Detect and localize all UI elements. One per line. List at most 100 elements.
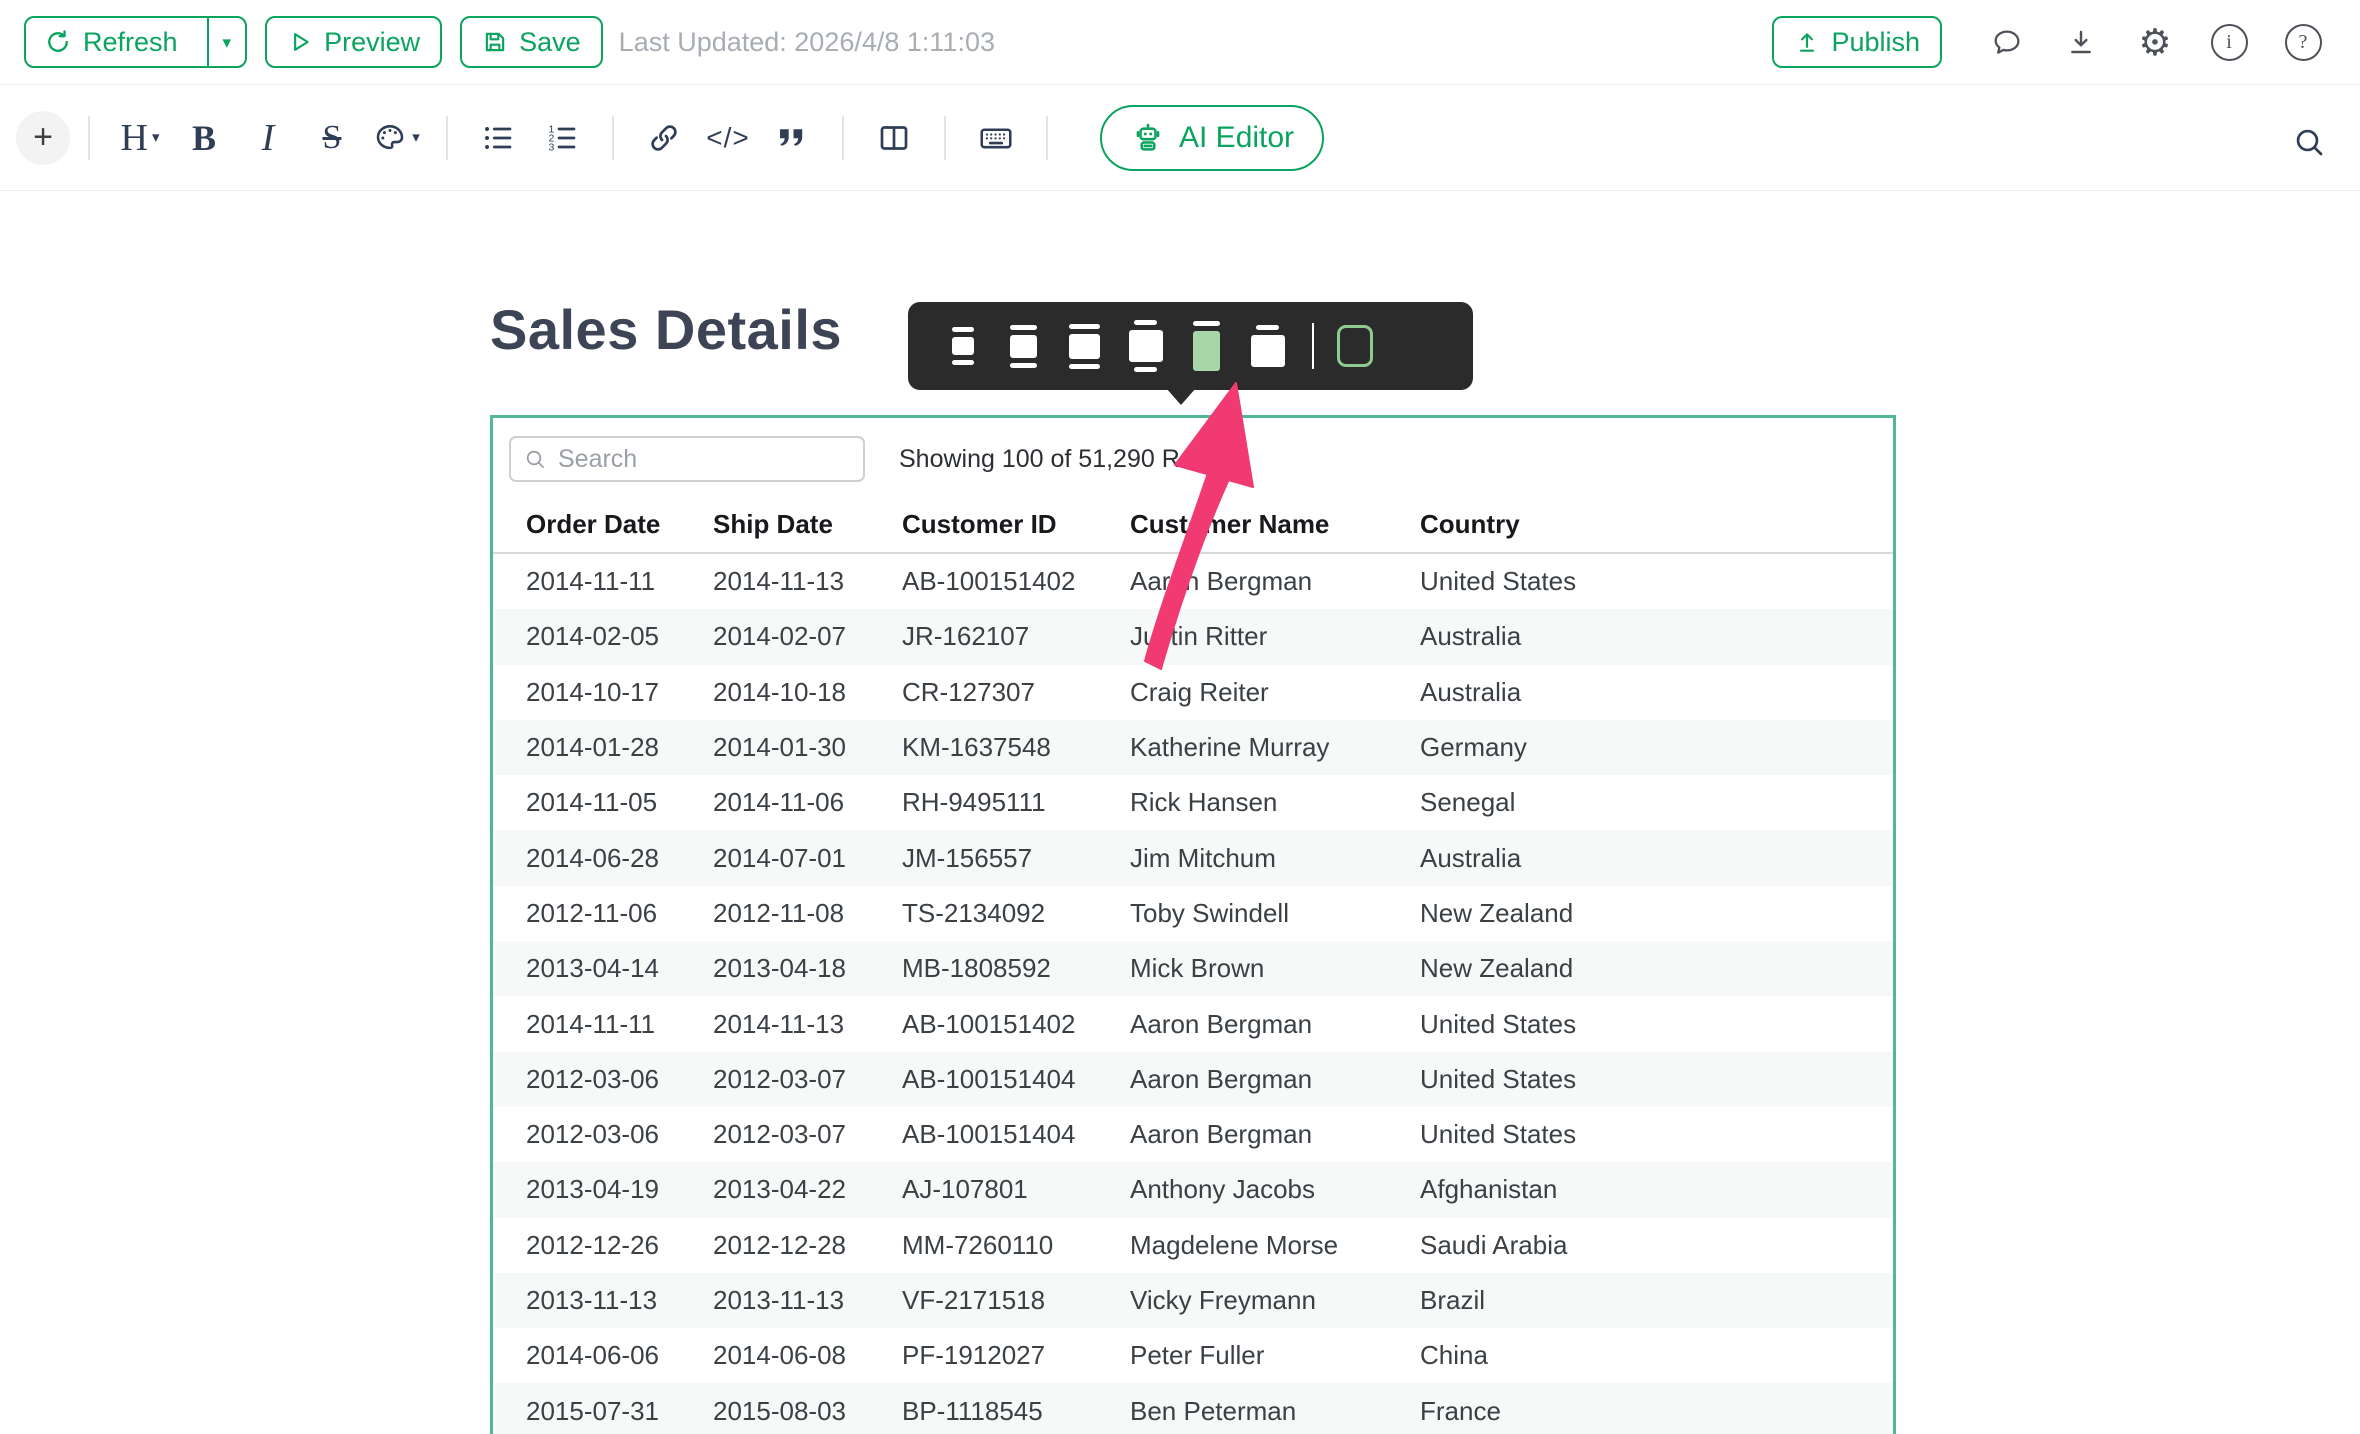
table-cell: Rick Hansen (1130, 787, 1420, 818)
download-icon (2065, 26, 2097, 58)
table-row[interactable]: 2014-06-282014-07-01JM-156557Jim Mitchum… (493, 830, 1893, 885)
chevron-down-icon: ▾ (412, 130, 420, 145)
column-header[interactable]: Customer ID (902, 509, 1130, 540)
size-xl-icon (1256, 325, 1279, 330)
table-cell: Aaron Bergman (1130, 566, 1420, 597)
table-cell: 2014-11-13 (713, 1009, 902, 1040)
table-cell: 2014-11-06 (713, 787, 902, 818)
table-cell: 2014-11-05 (526, 787, 713, 818)
code-icon: </> (706, 122, 749, 154)
gear-icon: ⚙ (2138, 24, 2171, 61)
heading-button[interactable]: H ▾ (108, 105, 172, 171)
table-cell: 2014-10-17 (526, 677, 713, 708)
table-row[interactable]: 2015-07-312015-08-03BP-1118545Ben Peterm… (493, 1383, 1893, 1434)
last-updated-text: Last Updated: 2026/4/8 1:11:03 (619, 27, 995, 58)
refresh-label: Refresh (83, 27, 178, 58)
table-row[interactable]: 2012-11-062012-11-08TS-2134092Toby Swind… (493, 886, 1893, 941)
row-count-text: Showing 100 of 51,290 Rows (899, 445, 1224, 474)
text-color-button[interactable]: ▾ (364, 105, 428, 171)
table-row[interactable]: 2013-04-192013-04-22AJ-107801Anthony Jac… (493, 1162, 1893, 1217)
refresh-dropdown-button[interactable]: ▾ (207, 18, 246, 66)
table-cell: 2012-11-08 (713, 898, 902, 929)
table-row[interactable]: 2014-11-112014-11-13AB-100151402Aaron Be… (493, 996, 1893, 1051)
publish-button[interactable]: Publish (1772, 16, 1942, 68)
size-option-xl[interactable] (1237, 302, 1298, 390)
size-option-fill-selected[interactable] (1176, 302, 1237, 390)
table-cell: Australia (1420, 621, 1893, 652)
refresh-button[interactable]: Refresh ▾ (24, 16, 247, 68)
table-row[interactable]: 2014-02-052014-02-07JR-162107Justin Ritt… (493, 609, 1893, 664)
search-icon (2291, 124, 2327, 160)
numbered-list-button[interactable]: 123 (530, 105, 594, 171)
settings-button[interactable]: ⚙ (2118, 16, 2192, 68)
table-row[interactable]: 2013-04-142013-04-18MB-1808592Mick Brown… (493, 941, 1893, 996)
table-row[interactable]: 2014-06-062014-06-08PF-1912027Peter Full… (493, 1328, 1893, 1383)
table-row[interactable]: 2012-12-262012-12-28MM-7260110Magdelene … (493, 1218, 1893, 1273)
save-button[interactable]: Save (460, 16, 603, 68)
size-option-lg[interactable] (1115, 302, 1176, 390)
chevron-down-icon: ▾ (223, 34, 232, 51)
table-row[interactable]: 2014-10-172014-10-18CR-127307Craig Reite… (493, 665, 1893, 720)
columns-icon (876, 120, 912, 156)
size-option-sm[interactable] (993, 302, 1054, 390)
page-title: Sales Details (490, 297, 842, 362)
preview-button[interactable]: Preview (265, 16, 442, 68)
palette-icon (372, 120, 408, 156)
link-button[interactable] (632, 105, 696, 171)
bold-button[interactable]: B (172, 105, 236, 171)
table-search-box[interactable] (509, 436, 865, 482)
table-row[interactable]: 2014-11-052014-11-06RH-9495111Rick Hanse… (493, 775, 1893, 830)
ai-editor-button[interactable]: AI Editor (1100, 105, 1324, 171)
table-cell: Jim Mitchum (1130, 843, 1420, 874)
table-row[interactable]: 2012-03-062012-03-07AB-100151404Aaron Be… (493, 1052, 1893, 1107)
table-cell: JM-156557 (902, 843, 1130, 874)
quote-icon (774, 120, 810, 156)
preview-label: Preview (324, 27, 420, 58)
table-row[interactable]: 2012-03-062012-03-07AB-100151404Aaron Be… (493, 1107, 1893, 1162)
info-button[interactable]: i (2192, 16, 2266, 68)
column-header[interactable]: Country (1420, 509, 1893, 540)
top-bar: Refresh ▾ Preview Save Last Updated: 202… (0, 0, 2360, 85)
bold-label: B (192, 120, 216, 156)
comment-icon (1991, 26, 2023, 58)
size-option-xs[interactable] (932, 302, 993, 390)
table-header-row: Order Date Ship Date Customer ID Custome… (493, 496, 1893, 554)
help-button[interactable]: ? (2266, 16, 2340, 68)
strikethrough-button[interactable]: S (300, 105, 364, 171)
italic-button[interactable]: I (236, 105, 300, 171)
blockquote-button[interactable] (760, 105, 824, 171)
download-button[interactable] (2044, 16, 2118, 68)
table-cell: United States (1420, 566, 1893, 597)
bullet-list-button[interactable] (466, 105, 530, 171)
table-cell: 2015-08-03 (713, 1396, 902, 1427)
table-cell: CR-127307 (902, 677, 1130, 708)
table-cell: France (1420, 1396, 1893, 1427)
add-block-button[interactable]: + (16, 111, 70, 165)
table-cell: JR-162107 (902, 621, 1130, 652)
comment-button[interactable] (1970, 16, 2044, 68)
publish-upload-icon (1794, 29, 1820, 55)
table-cell: 2013-04-18 (713, 953, 902, 984)
refresh-icon (44, 28, 72, 56)
table-row[interactable]: 2013-11-132013-11-13VF-2171518Vicky Frey… (493, 1273, 1893, 1328)
frame-border-option[interactable] (1328, 302, 1382, 390)
size-option-md[interactable] (1054, 302, 1115, 390)
table-cell: Aaron Bergman (1130, 1064, 1420, 1095)
table-search-input[interactable] (556, 444, 851, 475)
table-cell: United States (1420, 1064, 1893, 1095)
page-search-button[interactable] (2284, 117, 2334, 167)
keyboard-shortcuts-button[interactable] (964, 105, 1028, 171)
column-header[interactable]: Customer Name (1130, 509, 1420, 540)
size-fill-icon (1193, 321, 1220, 326)
popup-caret (1166, 388, 1196, 405)
column-header[interactable]: Ship Date (713, 509, 902, 540)
sales-table-card[interactable]: Showing 100 of 51,290 Rows Order Date Sh… (490, 415, 1896, 1434)
columns-layout-button[interactable] (862, 105, 926, 171)
code-button[interactable]: </> (696, 105, 760, 171)
column-header[interactable]: Order Date (526, 509, 713, 540)
table-cell: 2014-11-11 (526, 1009, 713, 1040)
table-row[interactable]: 2014-01-282014-01-30KM-1637548Katherine … (493, 720, 1893, 775)
table-row[interactable]: 2014-11-112014-11-13AB-100151402Aaron Be… (493, 554, 1893, 609)
table-cell: Afghanistan (1420, 1174, 1893, 1205)
table-cell: Senegal (1420, 787, 1893, 818)
